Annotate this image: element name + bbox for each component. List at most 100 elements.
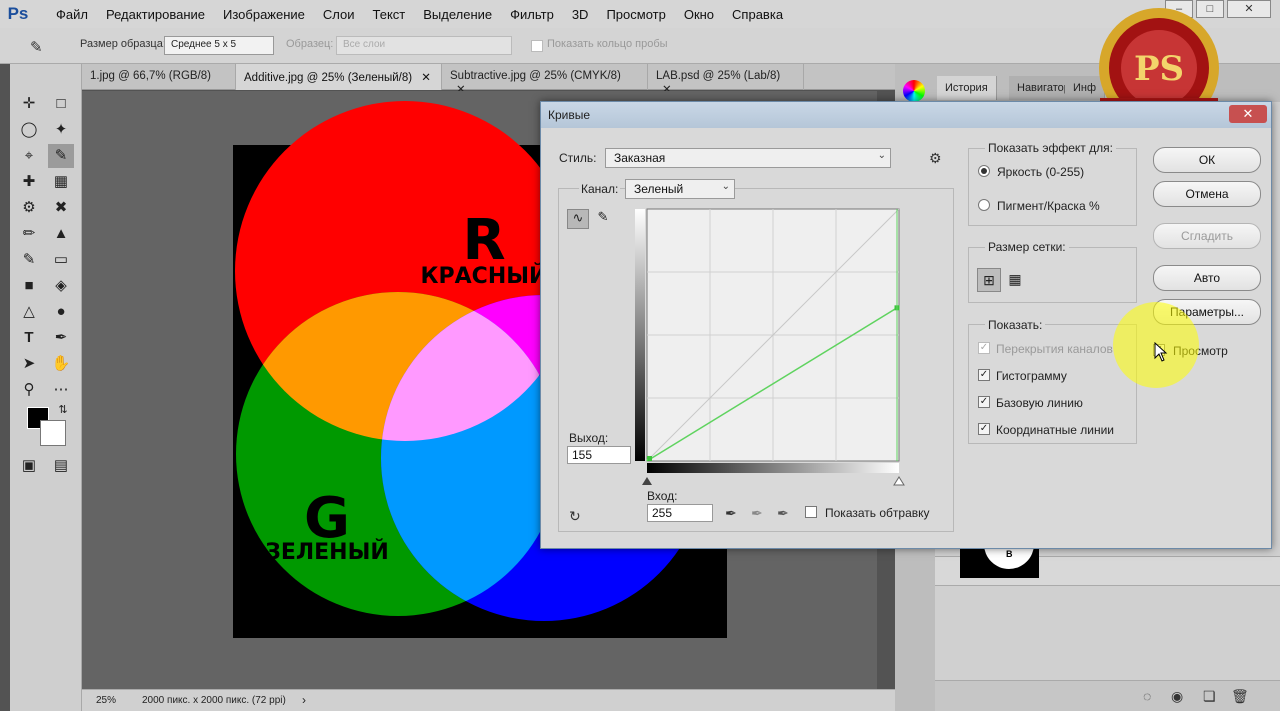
pigment-radio[interactable] bbox=[978, 199, 990, 211]
menu-image[interactable]: Изображение bbox=[223, 7, 305, 22]
tab-close-icon[interactable]: ✕ bbox=[421, 72, 431, 84]
document-tabs: 1.jpg @ 66,7% (RGB/8) Additive.jpg @ 25%… bbox=[82, 64, 895, 96]
output-label: Выход: bbox=[569, 431, 609, 445]
show-clipping-label: Показать обтравку bbox=[825, 506, 930, 520]
status-arrow-icon[interactable]: › bbox=[302, 693, 306, 707]
zoom-level[interactable]: 25% bbox=[96, 695, 116, 706]
menu-edit[interactable]: Редактирование bbox=[106, 7, 205, 22]
menu-file[interactable]: Файл bbox=[56, 7, 88, 22]
zoom-tool-icon[interactable]: ⚲ bbox=[16, 378, 42, 402]
dodge-tool-icon[interactable]: △ bbox=[16, 300, 42, 324]
input-gradient-bar bbox=[647, 463, 899, 473]
new-snapshot-icon[interactable]: ◌ bbox=[1143, 685, 1151, 707]
output-field[interactable]: 155 bbox=[567, 446, 631, 464]
black-input-slider[interactable] bbox=[642, 477, 652, 485]
eraser-tool-icon[interactable]: ▭ bbox=[48, 248, 74, 272]
simple-grid-icon[interactable]: ⊞ bbox=[977, 268, 1001, 292]
tab-subtractive[interactable]: Subtractive.jpg @ 25% (CMYK/8) ✕ bbox=[442, 64, 648, 96]
pen-tool-icon[interactable]: ✒ bbox=[48, 326, 74, 350]
detailed-grid-icon[interactable]: ▦ bbox=[1003, 268, 1027, 292]
history-thumbnail: В bbox=[960, 545, 1039, 578]
menu-help[interactable]: Справка bbox=[732, 7, 783, 22]
menu-window[interactable]: Окно bbox=[684, 7, 714, 22]
sample-layers-select[interactable]: Все слои bbox=[336, 36, 512, 55]
menu-3d[interactable]: 3D bbox=[572, 7, 589, 22]
sponge-tool-icon[interactable]: ● bbox=[48, 300, 74, 324]
menu-layers[interactable]: Слои bbox=[323, 7, 355, 22]
channel-label: Канал: bbox=[579, 182, 621, 196]
dialog-title: Кривые bbox=[548, 108, 591, 122]
path-select-tool-icon[interactable]: ➤ bbox=[16, 352, 42, 376]
histogram-label: Гистограмму bbox=[996, 369, 1067, 383]
black-point-eyedropper-icon[interactable]: ✒ bbox=[725, 502, 737, 524]
histogram-checkbox[interactable]: ✓ bbox=[978, 369, 990, 381]
sample-label: Образец: bbox=[286, 38, 334, 50]
content-aware-tool-icon[interactable]: ⚙ bbox=[16, 196, 42, 220]
swap-colors-icon[interactable]: ⇅ bbox=[50, 398, 76, 422]
gray-point-eyedropper-icon[interactable]: ✒ bbox=[751, 502, 763, 524]
patch-tool-icon[interactable]: ▦ bbox=[48, 170, 74, 194]
brightness-radio[interactable] bbox=[978, 165, 990, 177]
red-eye-tool-icon[interactable]: ✖ bbox=[48, 196, 74, 220]
history-brush-icon[interactable]: ✎ bbox=[16, 248, 42, 272]
white-point-eyedropper-icon[interactable]: ✒ bbox=[777, 502, 789, 524]
eyedropper-tool-icon[interactable]: ✎ bbox=[30, 38, 43, 56]
hand-tool-icon[interactable]: ✋ bbox=[48, 352, 74, 376]
show-clipping-checkbox[interactable] bbox=[805, 506, 817, 518]
type-tool-icon[interactable]: T bbox=[16, 326, 42, 350]
g-word: ЗЕЛЕНЫЙ bbox=[265, 539, 389, 565]
on-image-adjust-icon[interactable]: ↻ bbox=[569, 505, 581, 527]
status-bar: 25% 2000 пикс. x 2000 пикс. (72 ppi) › bbox=[82, 689, 895, 711]
trash-icon[interactable]: 🗑 bbox=[1231, 685, 1249, 707]
style-select[interactable]: Заказная ⌄ bbox=[605, 148, 891, 168]
baseline-checkbox[interactable]: ✓ bbox=[978, 396, 990, 408]
gradient-tool-icon[interactable]: ■ bbox=[16, 274, 42, 298]
intersection-checkbox[interactable]: ✓ bbox=[978, 423, 990, 435]
menu-view[interactable]: Просмотр bbox=[606, 7, 665, 22]
chevron-down-icon: ⌄ bbox=[877, 150, 886, 161]
sample-size-label: Размер образца: bbox=[80, 38, 166, 50]
white-input-slider[interactable] bbox=[893, 476, 905, 486]
sample-size-select[interactable]: Среднее 5 x 5 bbox=[164, 36, 274, 55]
show-ring-checkbox[interactable] bbox=[531, 40, 543, 52]
background-color-swatch[interactable] bbox=[40, 420, 66, 446]
curve-point-tool-icon[interactable]: ∿ bbox=[567, 209, 589, 229]
pencil-tool-icon[interactable]: ✎ bbox=[593, 209, 613, 229]
smooth-button[interactable]: Сгладить bbox=[1153, 223, 1261, 249]
auto-button[interactable]: Авто bbox=[1153, 265, 1261, 291]
input-field[interactable]: 255 bbox=[647, 504, 713, 522]
gear-icon[interactable]: ⚙ bbox=[929, 147, 942, 169]
tab-history[interactable]: История bbox=[937, 76, 997, 100]
tab-additive[interactable]: Additive.jpg @ 25% (Зеленый/8) ✕ bbox=[236, 64, 442, 90]
camera-icon[interactable]: ◉ bbox=[1171, 685, 1183, 707]
channel-select[interactable]: Зеленый ⌄ bbox=[625, 179, 735, 199]
healing-tool-icon[interactable]: ✚ bbox=[16, 170, 42, 194]
quick-select-tool-icon[interactable]: ✦ bbox=[48, 118, 74, 142]
curve-graph[interactable] bbox=[631, 207, 906, 502]
tab-lab[interactable]: LAB.psd @ 25% (Lab/8) ✕ bbox=[648, 64, 804, 96]
menu-select[interactable]: Выделение bbox=[423, 7, 492, 22]
menu-filter[interactable]: Фильтр bbox=[510, 7, 554, 22]
crop-tool-icon[interactable]: ⌖ bbox=[16, 144, 42, 168]
lasso-tool-icon[interactable]: ◯ bbox=[16, 118, 42, 142]
ok-button[interactable]: ОК bbox=[1153, 147, 1261, 173]
move-tool-icon[interactable]: ✛ bbox=[16, 92, 42, 116]
curve-point[interactable] bbox=[647, 456, 652, 461]
dialog-close-button[interactable]: ✕ bbox=[1229, 105, 1267, 123]
quick-mask-icon[interactable]: ▣ bbox=[16, 454, 42, 478]
eyedropper-tool-icon[interactable]: ✎ bbox=[48, 144, 74, 168]
screen-mode-icon[interactable]: ▤ bbox=[48, 454, 74, 478]
show-ring-label: Показать кольцо пробы bbox=[547, 38, 668, 50]
dialog-titlebar[interactable]: Кривые bbox=[541, 102, 1271, 128]
channel-overlays-checkbox[interactable]: ✓ bbox=[978, 342, 990, 354]
cancel-button[interactable]: Отмена bbox=[1153, 181, 1261, 207]
brush-tool-icon[interactable]: ✏ bbox=[16, 222, 42, 246]
marquee-tool-icon[interactable]: □ bbox=[48, 92, 74, 116]
tab-1jpg[interactable]: 1.jpg @ 66,7% (RGB/8) bbox=[82, 64, 236, 90]
menu-type[interactable]: Текст bbox=[373, 7, 406, 22]
new-document-icon[interactable]: ❏ bbox=[1203, 685, 1216, 707]
color-wheel-icon[interactable] bbox=[903, 80, 925, 102]
stamp-tool-icon[interactable]: ▲ bbox=[48, 222, 74, 246]
window-close-button[interactable]: ✕ bbox=[1227, 0, 1271, 18]
blur-tool-icon[interactable]: ◈ bbox=[48, 274, 74, 298]
